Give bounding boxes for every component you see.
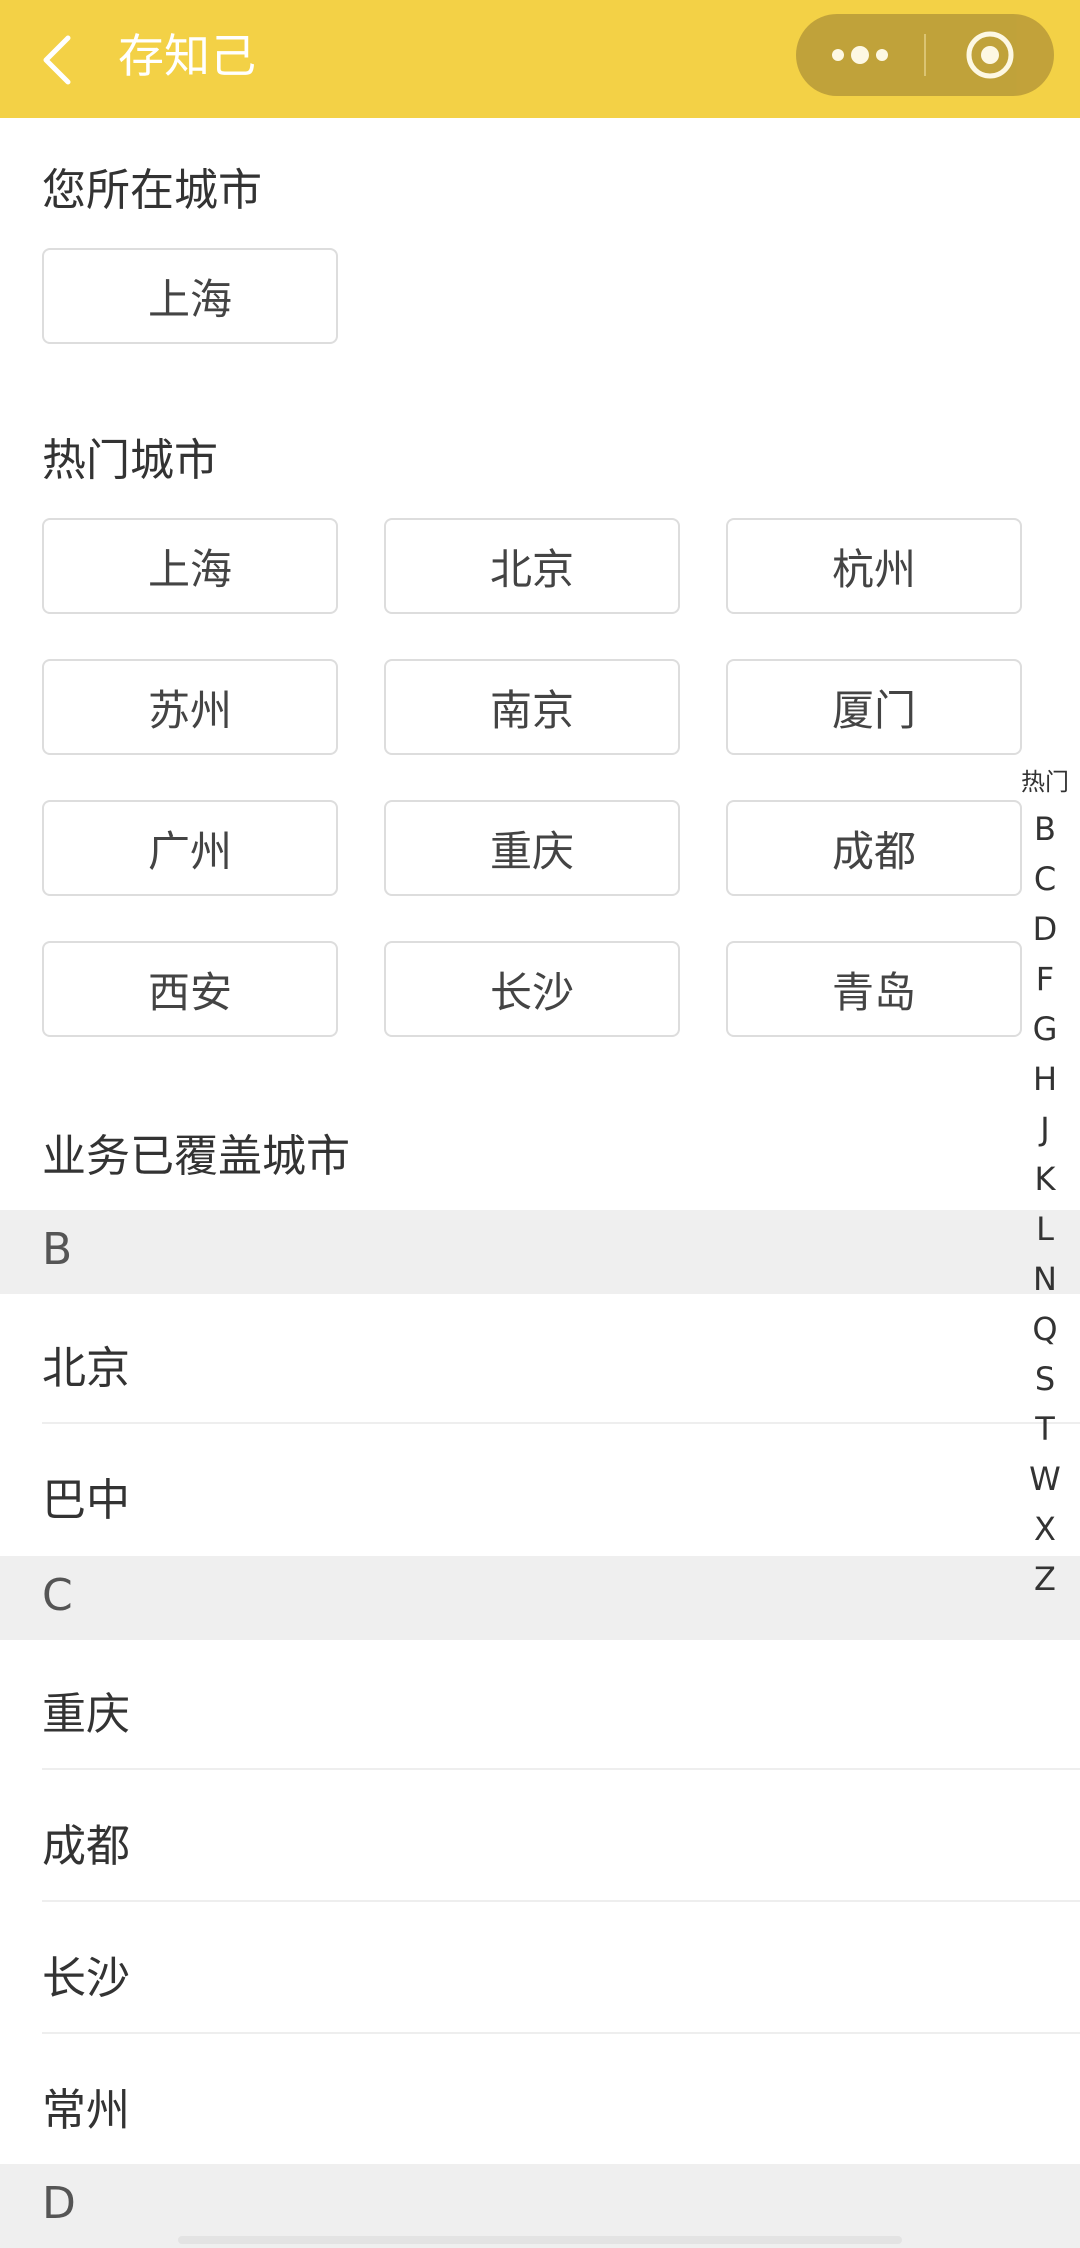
target-circle-icon: [966, 31, 1014, 79]
city-name: 成都: [42, 1821, 130, 1872]
index-item[interactable]: X: [1010, 1504, 1080, 1554]
hot-city-button[interactable]: 北京: [384, 518, 680, 614]
city-list-item[interactable]: 重庆: [42, 1640, 1080, 1770]
back-button[interactable]: [38, 30, 78, 90]
city-name: 长沙: [42, 1953, 130, 2004]
city-name: 北京: [42, 1343, 130, 1394]
more-dots-icon: [832, 46, 888, 64]
city-list-item[interactable]: 巴中: [42, 1426, 1080, 1556]
index-item[interactable]: L: [1010, 1204, 1080, 1254]
index-item[interactable]: N: [1010, 1254, 1080, 1304]
hot-city-button[interactable]: 青岛: [726, 941, 1022, 1037]
current-city-title: 您所在城市: [42, 165, 262, 216]
page-title: 存知己: [118, 29, 256, 83]
top-bar: 存知己: [0, 0, 1080, 118]
index-item[interactable]: D: [1010, 904, 1080, 954]
hot-city-button[interactable]: 西安: [42, 941, 338, 1037]
group-letter: D: [42, 2178, 76, 2229]
hot-city-button[interactable]: 重庆: [384, 800, 680, 896]
hot-city-button[interactable]: 南京: [384, 659, 680, 755]
alphabet-index: 热门 B C D F G H J K L N Q S T W X Z: [1010, 760, 1080, 1604]
city-list-item[interactable]: 北京: [42, 1294, 1080, 1424]
index-item-hot[interactable]: 热门: [1010, 760, 1080, 804]
group-header-b: B: [0, 1210, 1080, 1294]
index-item[interactable]: K: [1010, 1154, 1080, 1204]
hot-city-button[interactable]: 广州: [42, 800, 338, 896]
hot-cities-title: 热门城市: [42, 435, 218, 486]
index-item[interactable]: Z: [1010, 1554, 1080, 1604]
city-name: 重庆: [42, 1689, 130, 1740]
index-item[interactable]: H: [1010, 1054, 1080, 1104]
city-list-item[interactable]: 常州: [42, 2036, 1080, 2166]
close-button[interactable]: [926, 14, 1054, 96]
index-item[interactable]: S: [1010, 1354, 1080, 1404]
hot-city-button[interactable]: 长沙: [384, 941, 680, 1037]
index-item[interactable]: B: [1010, 804, 1080, 854]
city-name: 常州: [42, 2085, 130, 2136]
group-letter: B: [42, 1224, 73, 1275]
index-item[interactable]: J: [1010, 1104, 1080, 1154]
hot-city-button[interactable]: 上海: [42, 518, 338, 614]
index-item[interactable]: G: [1010, 1004, 1080, 1054]
home-indicator: [178, 2236, 902, 2244]
covered-cities-title: 业务已覆盖城市: [42, 1131, 350, 1182]
more-button[interactable]: [796, 14, 924, 96]
index-item[interactable]: F: [1010, 954, 1080, 1004]
index-item[interactable]: C: [1010, 854, 1080, 904]
hot-city-button[interactable]: 苏州: [42, 659, 338, 755]
hot-city-button[interactable]: 成都: [726, 800, 1022, 896]
city-list-item[interactable]: 长沙: [42, 1904, 1080, 2034]
city-name: 巴中: [42, 1475, 130, 1526]
group-header-c: C: [0, 1556, 1080, 1640]
city-list-item[interactable]: 成都: [42, 1772, 1080, 1902]
current-city-button[interactable]: 上海: [42, 248, 338, 344]
index-item[interactable]: T: [1010, 1404, 1080, 1454]
hot-city-button[interactable]: 杭州: [726, 518, 1022, 614]
index-item[interactable]: Q: [1010, 1304, 1080, 1354]
group-letter: C: [42, 1570, 73, 1621]
mini-program-capsule: [796, 14, 1054, 96]
chevron-left-icon: [43, 35, 71, 85]
hot-city-button[interactable]: 厦门: [726, 659, 1022, 755]
index-item[interactable]: W: [1010, 1454, 1080, 1504]
